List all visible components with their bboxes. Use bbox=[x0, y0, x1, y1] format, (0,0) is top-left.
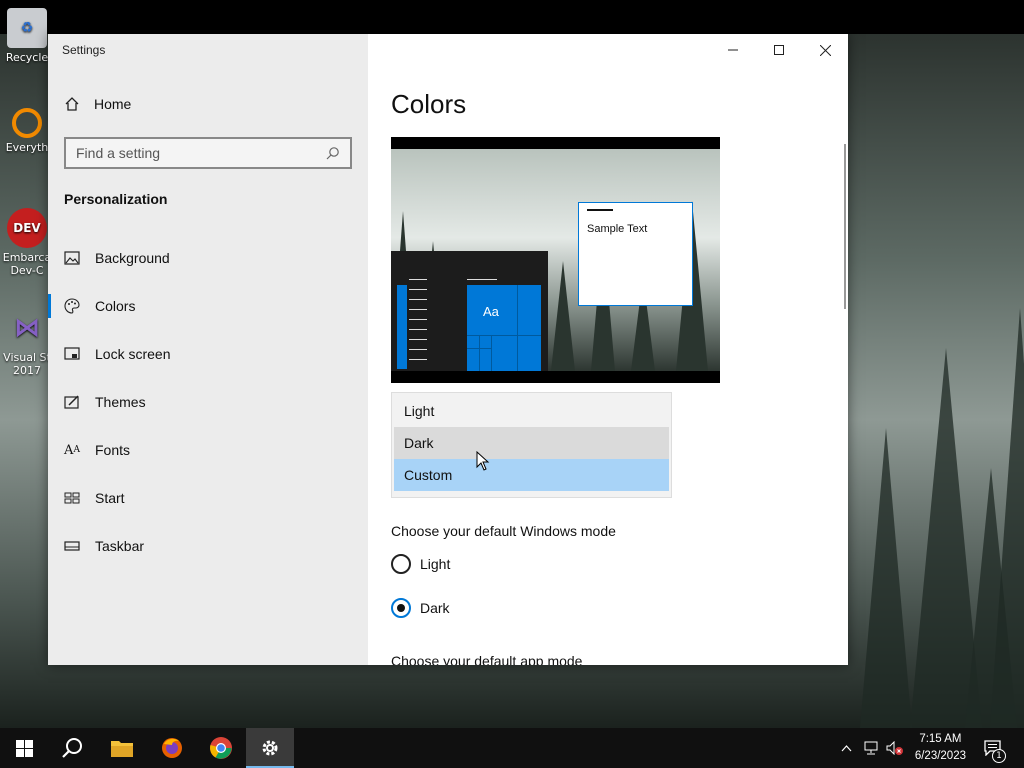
sidebar-item-label: Taskbar bbox=[95, 538, 145, 554]
firefox-icon bbox=[162, 738, 182, 758]
search-input[interactable]: Find a setting bbox=[64, 137, 352, 169]
devcpp-icon: DEV bbox=[7, 208, 47, 248]
radio-circle-checked bbox=[391, 598, 411, 618]
taskbar-firefox[interactable] bbox=[148, 728, 196, 768]
recycle-bin-icon: ♻ bbox=[7, 8, 47, 48]
desktop-icon-recycle-bin[interactable]: ♻ Recycle bbox=[2, 8, 52, 64]
sidebar-item-label: Themes bbox=[95, 394, 146, 410]
sidebar-item-taskbar[interactable]: Taskbar bbox=[48, 526, 368, 566]
app-mode-label: Choose your default app mode bbox=[391, 653, 583, 665]
start-button[interactable] bbox=[0, 728, 48, 768]
main-content: Colors Aa Sample Text Light Dark Custom … bbox=[368, 34, 848, 665]
sidebar-item-label: Start bbox=[95, 490, 125, 506]
volume-button[interactable] bbox=[884, 728, 906, 768]
search-placeholder: Find a setting bbox=[76, 145, 161, 161]
taskbar-search-button[interactable] bbox=[48, 728, 96, 768]
nav-home[interactable]: Home bbox=[64, 96, 131, 112]
visual-studio-icon: ⋈ bbox=[14, 312, 40, 343]
volume-muted-icon bbox=[886, 741, 903, 755]
desktop-icon-devcpp[interactable]: DEV Embarca Dev-C bbox=[2, 208, 52, 277]
scrollbar[interactable] bbox=[844, 144, 846, 309]
brush-icon bbox=[48, 395, 95, 409]
dropdown-option-light[interactable]: Light bbox=[394, 395, 669, 427]
nav-home-label: Home bbox=[94, 96, 132, 112]
sidebar-item-background[interactable]: Background bbox=[48, 238, 368, 278]
taskbar-file-explorer[interactable] bbox=[98, 728, 146, 768]
windows-mode-light-radio[interactable]: Light bbox=[391, 554, 450, 574]
clock-time: 7:15 AM bbox=[919, 733, 962, 745]
picture-icon bbox=[48, 251, 95, 265]
network-icon bbox=[864, 741, 878, 755]
sidebar-item-label: Lock screen bbox=[95, 346, 171, 362]
action-center-button[interactable]: 1 bbox=[980, 728, 1006, 768]
preview-sample-window: Sample Text bbox=[578, 202, 693, 306]
taskbar-settings[interactable] bbox=[246, 728, 294, 768]
mouse-cursor-icon bbox=[476, 451, 490, 471]
chrome-icon bbox=[210, 737, 232, 759]
taskbar: 7:15 AM 6/23/2023 1 bbox=[0, 728, 1024, 768]
everything-icon bbox=[12, 108, 42, 138]
page-title: Colors bbox=[391, 89, 467, 119]
search-icon bbox=[326, 147, 339, 160]
sidebar-item-lock-screen[interactable]: Lock screen bbox=[48, 334, 368, 374]
lock-screen-icon bbox=[48, 347, 95, 361]
preview-tile: Aa bbox=[467, 285, 541, 371]
windows-mode-label: Choose your default Windows mode bbox=[391, 523, 616, 539]
taskbar-chrome[interactable] bbox=[197, 728, 245, 768]
sample-text: Sample Text bbox=[587, 223, 648, 235]
sidebar-item-colors[interactable]: Colors bbox=[48, 286, 368, 326]
clock[interactable]: 7:15 AM 6/23/2023 bbox=[915, 731, 966, 765]
desktop-icon-visual-studio[interactable]: ⋈ Visual St 2017 bbox=[2, 308, 52, 378]
settings-icon bbox=[262, 740, 278, 756]
sidebar-item-themes[interactable]: Themes bbox=[48, 382, 368, 422]
windows-logo-icon bbox=[15, 739, 33, 757]
search-icon bbox=[62, 738, 82, 758]
sidebar-item-label: Background bbox=[95, 250, 170, 266]
sidebar-item-fonts[interactable]: AA Fonts bbox=[48, 430, 368, 470]
fonts-icon: AA bbox=[64, 442, 80, 458]
show-hidden-icons-button[interactable] bbox=[836, 728, 856, 768]
dropdown-option-custom[interactable]: Custom bbox=[394, 459, 669, 491]
window-title: Settings bbox=[62, 43, 106, 57]
desktop-icon-everything[interactable]: Everyth bbox=[2, 108, 52, 154]
radio-label: Dark bbox=[420, 600, 450, 616]
clock-date: 6/23/2023 bbox=[914, 750, 966, 762]
sidebar-item-start[interactable]: Start bbox=[48, 478, 368, 518]
file-explorer-icon bbox=[111, 741, 133, 757]
theme-preview: Aa Sample Text bbox=[391, 137, 720, 383]
sidebar: Settings Home Find a setting Personaliza… bbox=[48, 34, 368, 665]
home-icon bbox=[65, 97, 79, 111]
section-heading: Personalization bbox=[64, 191, 168, 207]
chevron-up-icon bbox=[841, 744, 851, 751]
start-icon bbox=[48, 492, 95, 504]
radio-circle bbox=[391, 554, 411, 574]
radio-label: Light bbox=[420, 556, 451, 572]
palette-icon bbox=[48, 298, 95, 314]
settings-window: Settings Home Find a setting Personaliza… bbox=[48, 34, 848, 665]
sidebar-item-label: Colors bbox=[95, 298, 136, 314]
notification-badge: 1 bbox=[992, 749, 1006, 763]
windows-mode-dark-radio[interactable]: Dark bbox=[391, 598, 450, 618]
color-mode-dropdown[interactable]: Light Dark Custom bbox=[391, 392, 672, 498]
dropdown-option-dark[interactable]: Dark bbox=[394, 427, 669, 459]
network-button[interactable] bbox=[860, 728, 882, 768]
taskbar-icon bbox=[48, 541, 95, 551]
sidebar-item-label: Fonts bbox=[95, 442, 131, 458]
